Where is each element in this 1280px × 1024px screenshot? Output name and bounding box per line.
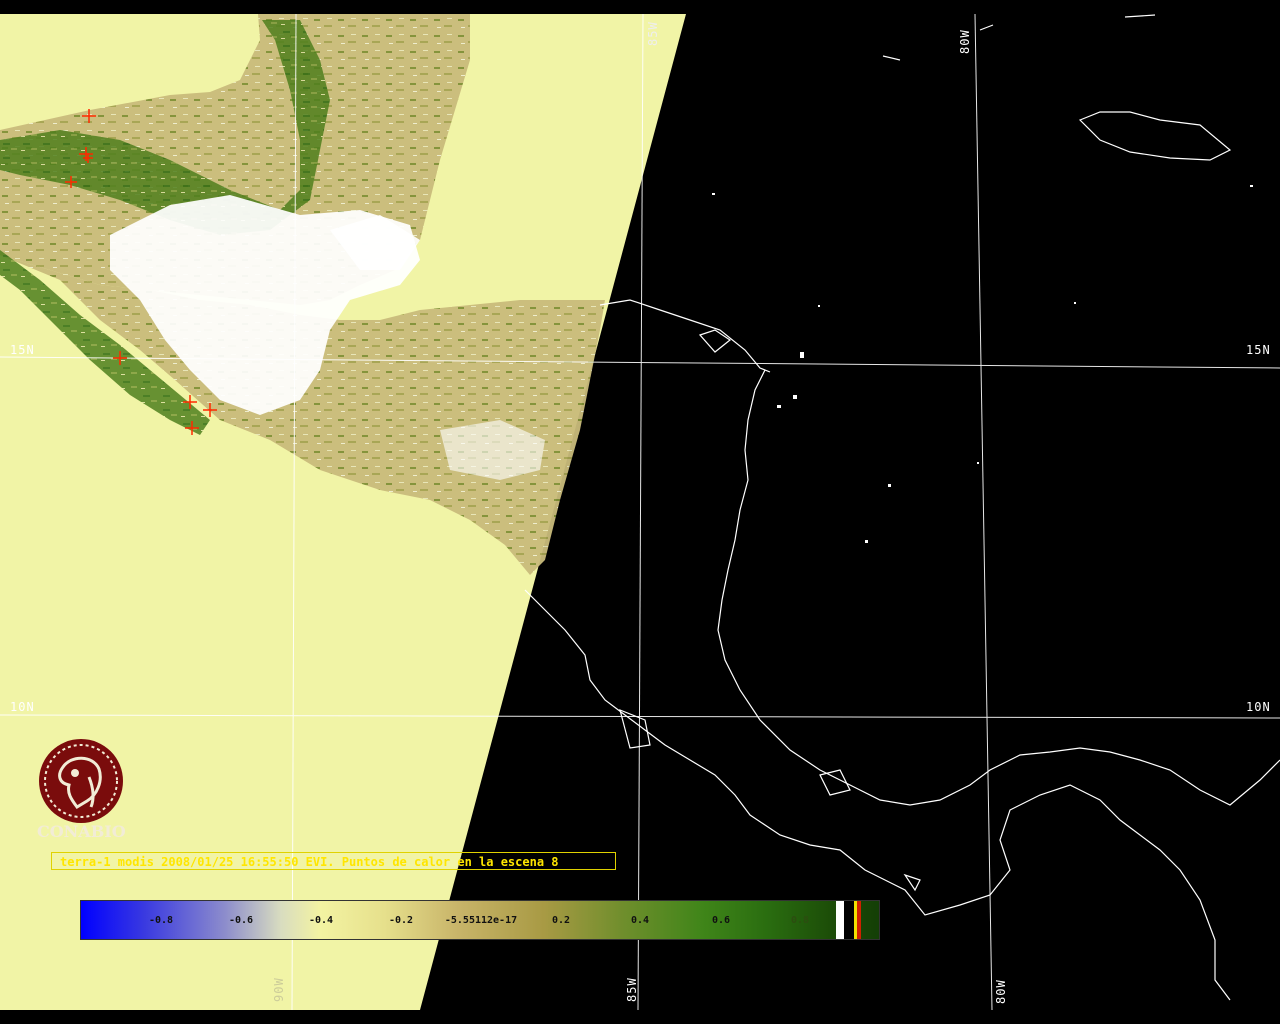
colorbar-tick: 0.6	[711, 915, 731, 926]
lon-label-top-80w: 80W	[958, 29, 972, 54]
lat-label-right-15n: 15N	[1246, 343, 1271, 357]
lon-label-bottom-85w: 85W	[625, 977, 639, 1002]
colorbar-tick: -0.2	[388, 915, 414, 926]
colorbar-tick: -0.8	[148, 915, 174, 926]
colorbar-tick: 0.2	[551, 915, 571, 926]
scene-caption: terra-1 modis 2008/01/25 16:55:50 EVI. P…	[51, 852, 616, 870]
lat-label-right-10n: 10N	[1246, 700, 1271, 714]
colorbar-tick: 0.8	[790, 915, 810, 926]
conabio-emblem-icon	[39, 739, 123, 823]
colorbar-tick: -5.55112e-17	[444, 915, 518, 926]
colorbar-tick: -0.4	[308, 915, 334, 926]
conabio-logo-text: CONABIO	[37, 822, 126, 841]
evi-colorbar: -0.8 -0.6 -0.4 -0.2 -5.55112e-17 0.2 0.4…	[80, 900, 880, 940]
lon-label-bottom-80w: 80W	[994, 979, 1008, 1004]
satellite-map	[0, 0, 1280, 1024]
lat-label-left-15n: 15N	[10, 343, 35, 357]
lon-label-bottom-90w: 90W	[272, 977, 286, 1002]
colorbar-tick: 0.4	[630, 915, 650, 926]
colorbar-swatch-cloud	[836, 901, 844, 939]
colorbar-swatch-nodata	[844, 901, 854, 939]
lon-label-top-85w: 85W	[646, 21, 660, 46]
colorbar-swatch-red	[857, 901, 861, 939]
lat-label-left-10n: 10N	[10, 700, 35, 714]
colorbar-tick: -0.6	[228, 915, 254, 926]
